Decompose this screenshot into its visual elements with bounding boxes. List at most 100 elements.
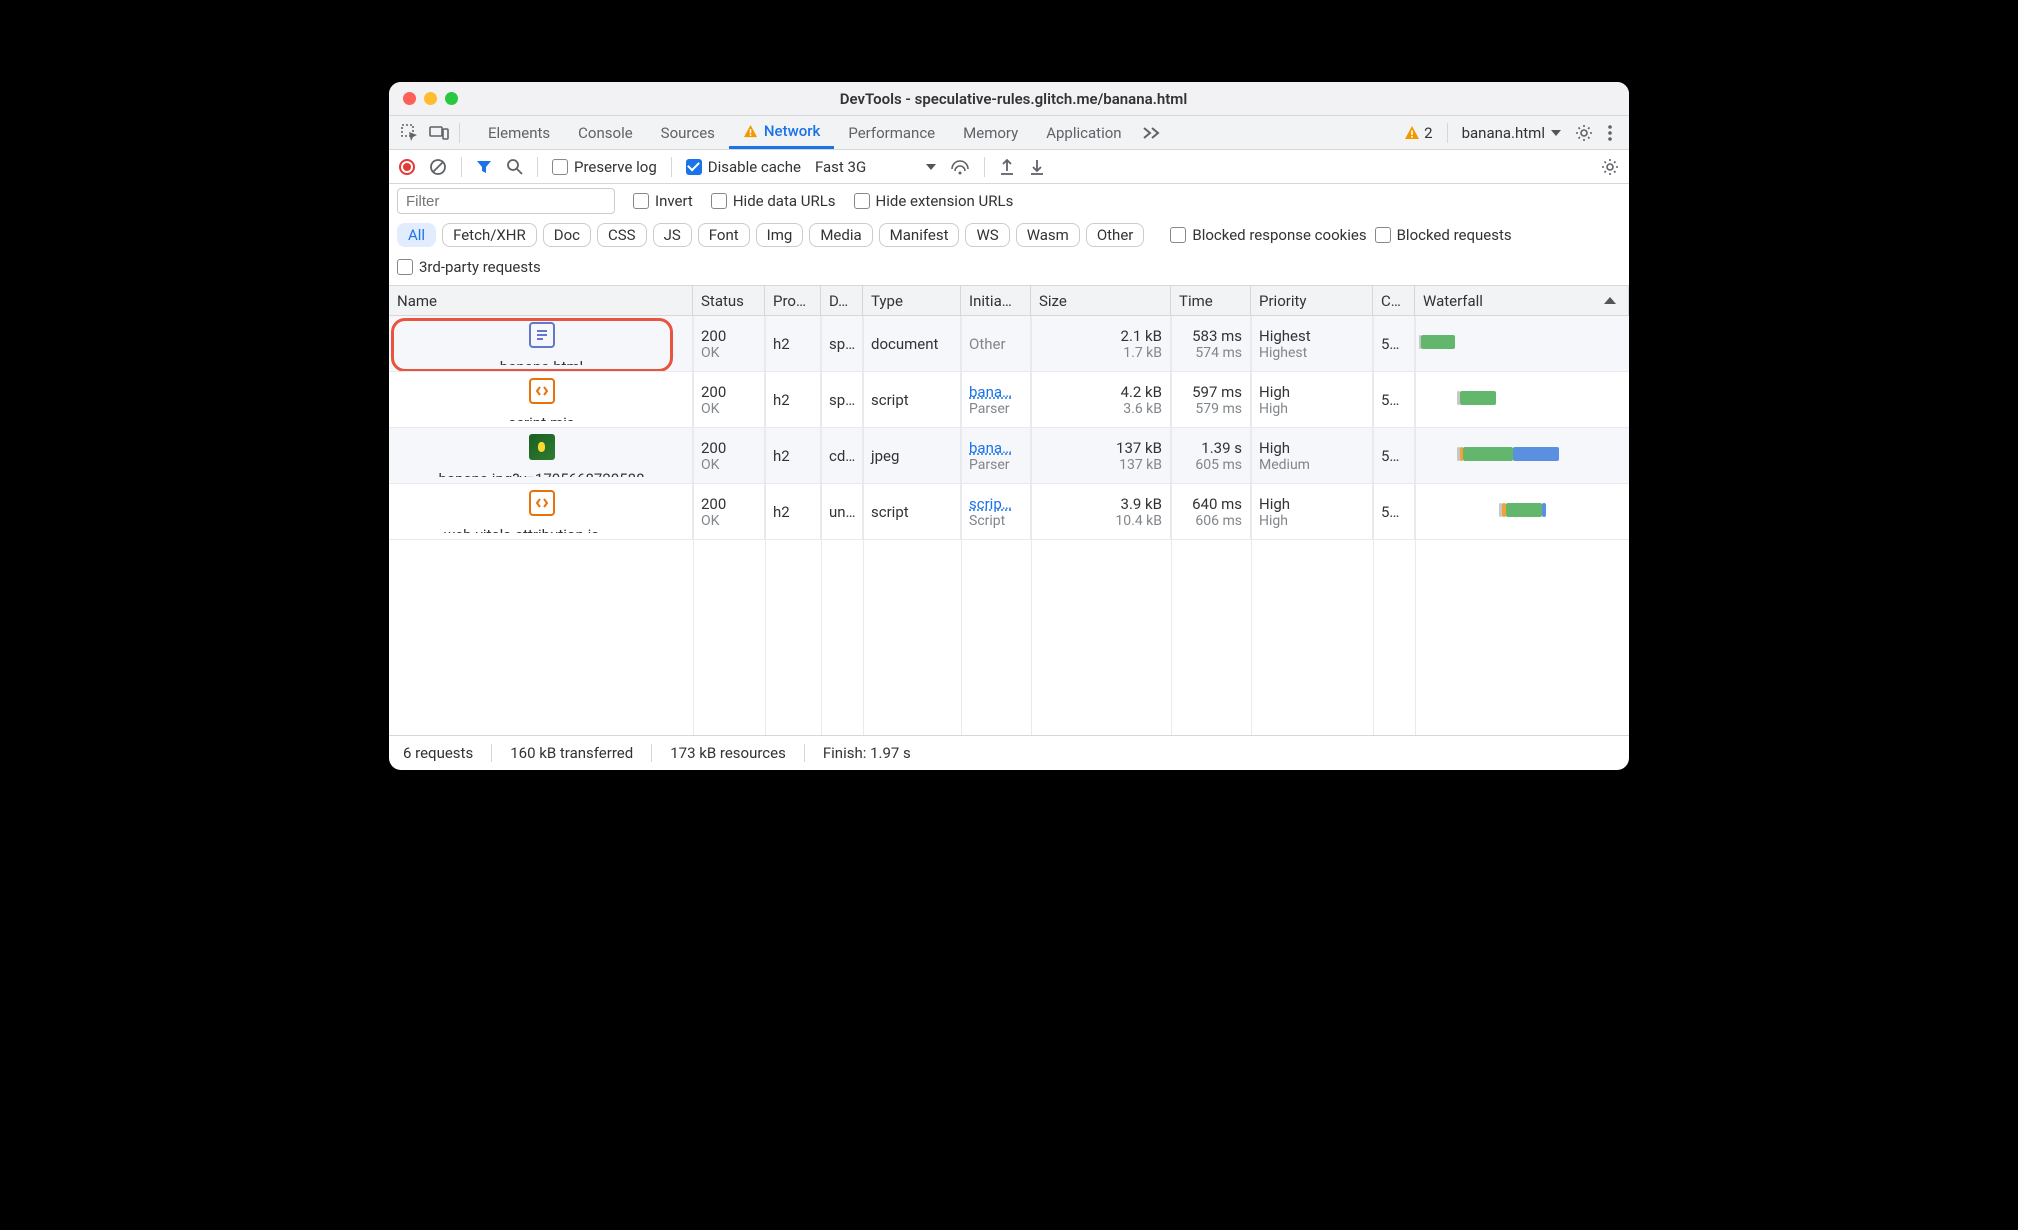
warnings-badge[interactable]: 2 xyxy=(1404,124,1432,142)
status-finish: Finish: 1.97 s xyxy=(819,744,915,762)
filter-icon[interactable] xyxy=(476,159,492,175)
preserve-log-toggle[interactable]: Preserve log xyxy=(552,158,657,176)
col-priority[interactable]: Priority xyxy=(1251,286,1373,315)
throttling-select[interactable]: Fast 3G xyxy=(815,158,936,176)
type-pill-other[interactable]: Other xyxy=(1086,223,1145,247)
disable-cache-label: Disable cache xyxy=(708,158,801,176)
col-size[interactable]: Size xyxy=(1031,286,1171,315)
more-tabs-icon[interactable] xyxy=(1136,126,1166,140)
blocked-requests-toggle[interactable]: Blocked requests xyxy=(1375,226,1512,244)
network-settings-icon[interactable] xyxy=(1601,158,1619,176)
network-table-header: Name Status Pro… D… Type Initia… Size Ti… xyxy=(389,286,1629,316)
blocked-cookies-toggle[interactable]: Blocked response cookies xyxy=(1170,226,1366,244)
waterfall-cell xyxy=(1415,484,1629,539)
table-row[interactable]: banana.jpg?v=1705668720588cdn.glitch.glo… xyxy=(389,428,1629,484)
table-row[interactable]: web-vitals.attribution.jsunpkg.com/web-v… xyxy=(389,484,1629,540)
document-icon xyxy=(529,322,555,348)
throttling-value: Fast 3G xyxy=(815,158,866,176)
checkbox-icon xyxy=(552,159,568,175)
script-icon xyxy=(529,490,555,516)
tab-elements[interactable]: Elements xyxy=(474,116,564,149)
kebab-menu-icon[interactable] xyxy=(1607,124,1613,142)
initiator-link[interactable]: bana… xyxy=(969,439,1022,457)
type-pill-img[interactable]: Img xyxy=(756,223,804,247)
status-resources: 173 kB resources xyxy=(666,744,790,762)
divider xyxy=(671,157,672,177)
col-connection[interactable]: C… xyxy=(1373,286,1415,315)
invert-toggle[interactable]: Invert xyxy=(633,192,693,210)
tab-performance[interactable]: Performance xyxy=(834,116,949,149)
col-protocol[interactable]: Pro… xyxy=(765,286,821,315)
filter-input[interactable] xyxy=(397,188,615,214)
col-domain[interactable]: D… xyxy=(821,286,863,315)
col-name[interactable]: Name xyxy=(389,286,693,315)
divider xyxy=(459,123,460,143)
type-pill-wasm[interactable]: Wasm xyxy=(1016,223,1080,247)
filter-row-2: AllFetch/XHRDocCSSJSFontImgMedia Manifest… xyxy=(389,218,1629,252)
type-pill-ws[interactable]: WS xyxy=(965,223,1009,247)
disable-cache-toggle[interactable]: Disable cache xyxy=(686,158,801,176)
preserve-log-label: Preserve log xyxy=(574,158,657,176)
device-toggle-icon[interactable] xyxy=(429,125,449,141)
search-icon[interactable] xyxy=(506,158,523,175)
window-title: DevTools - speculative-rules.glitch.me/b… xyxy=(398,90,1629,108)
request-name: banana.jpg?v=1705668720588 xyxy=(438,470,644,477)
main-tabs: ElementsConsoleSourcesNetworkPerformance… xyxy=(389,116,1629,150)
page-label: banana.html xyxy=(1462,124,1545,142)
checkbox-checked-icon xyxy=(686,159,702,175)
type-pill-doc[interactable]: Doc xyxy=(543,223,591,247)
page-selector[interactable]: banana.html xyxy=(1462,124,1561,142)
third-party-toggle[interactable]: 3rd-party requests xyxy=(397,258,541,276)
type-pill-manifest[interactable]: Manifest xyxy=(879,223,960,247)
type-pill-css[interactable]: CSS xyxy=(597,223,647,247)
initiator-link[interactable]: bana… xyxy=(969,383,1022,401)
script-icon xyxy=(529,378,555,404)
record-button[interactable] xyxy=(399,159,415,175)
upload-icon[interactable] xyxy=(999,158,1015,176)
initiator-link[interactable]: scrip… xyxy=(969,495,1022,513)
col-status[interactable]: Status xyxy=(693,286,765,315)
request-name: script.mjs xyxy=(508,414,574,421)
waterfall-cell xyxy=(1415,372,1629,427)
waterfall-cell xyxy=(1415,316,1629,371)
download-icon[interactable] xyxy=(1029,158,1045,176)
gear-icon[interactable] xyxy=(1575,124,1593,142)
tab-network[interactable]: Network xyxy=(729,116,834,149)
tab-console[interactable]: Console xyxy=(564,116,647,149)
table-row[interactable]: banana.html200OKh2sp…documentOther2.1 kB… xyxy=(389,316,1629,372)
status-bar: 6 requests 160 kB transferred 173 kB res… xyxy=(389,736,1629,770)
network-table-body: banana.html200OKh2sp…documentOther2.1 kB… xyxy=(389,316,1629,736)
filter-row-3: 3rd-party requests xyxy=(389,252,1629,286)
network-conditions-icon[interactable] xyxy=(950,159,970,175)
table-row[interactable]: script.mjs200OKh2sp…scriptbana…Parser4.2… xyxy=(389,372,1629,428)
tab-sources[interactable]: Sources xyxy=(647,116,729,149)
divider xyxy=(461,157,462,177)
tab-application[interactable]: Application xyxy=(1032,116,1135,149)
status-requests: 6 requests xyxy=(399,744,477,762)
type-pill-font[interactable]: Font xyxy=(698,223,750,247)
inspect-icon[interactable] xyxy=(401,124,419,142)
network-toolbar: Preserve log Disable cache Fast 3G xyxy=(389,150,1629,184)
divider xyxy=(537,157,538,177)
status-transferred: 160 kB transferred xyxy=(506,744,637,762)
type-pill-media[interactable]: Media xyxy=(809,223,872,247)
col-time[interactable]: Time xyxy=(1171,286,1251,315)
request-name: web-vitals.attribution.js xyxy=(444,526,639,533)
image-thumbnail-icon xyxy=(529,434,555,460)
col-initiator[interactable]: Initia… xyxy=(961,286,1031,315)
hide-data-urls-toggle[interactable]: Hide data URLs xyxy=(711,192,836,210)
col-type[interactable]: Type xyxy=(863,286,961,315)
hide-extension-urls-toggle[interactable]: Hide extension URLs xyxy=(854,192,1014,210)
titlebar: DevTools - speculative-rules.glitch.me/b… xyxy=(389,82,1629,116)
type-pill-js[interactable]: JS xyxy=(653,223,692,247)
tab-memory[interactable]: Memory xyxy=(949,116,1032,149)
type-pill-all[interactable]: All xyxy=(397,223,436,247)
chevron-down-icon xyxy=(1551,130,1561,136)
sort-asc-icon xyxy=(1604,297,1616,304)
devtools-window: DevTools - speculative-rules.glitch.me/b… xyxy=(389,82,1629,770)
request-name: banana.html xyxy=(500,358,583,365)
col-waterfall[interactable]: Waterfall xyxy=(1415,286,1629,315)
filter-row-1: Invert Hide data URLs Hide extension URL… xyxy=(389,184,1629,218)
clear-icon[interactable] xyxy=(429,158,447,176)
type-pill-fetchxhr[interactable]: Fetch/XHR xyxy=(442,223,537,247)
